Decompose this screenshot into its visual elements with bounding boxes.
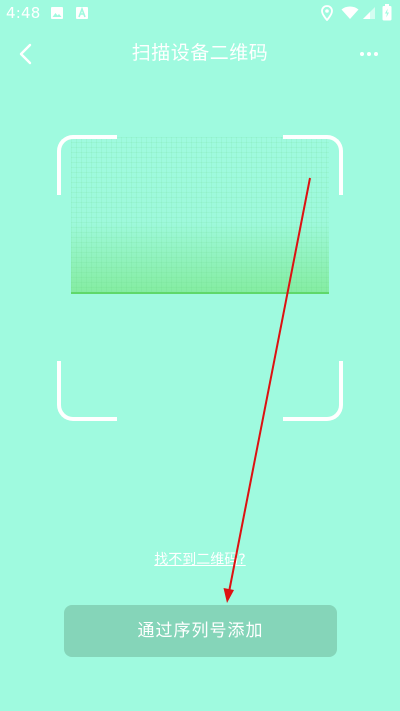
scan-corner-bottom-left bbox=[57, 361, 117, 421]
page-title: 扫描设备二维码 bbox=[131, 42, 269, 64]
text-a-icon bbox=[76, 6, 88, 19]
wifi-icon bbox=[341, 6, 359, 19]
cannot-find-qr-link[interactable]: 找不到二维码? bbox=[0, 550, 400, 570]
more-horizontal-icon bbox=[360, 52, 378, 56]
scan-corner-bottom-right bbox=[283, 361, 343, 421]
add-by-serial-button[interactable]: 通过序列号添加 bbox=[64, 605, 337, 657]
scan-corner-top-right bbox=[283, 135, 343, 195]
image-icon bbox=[51, 7, 63, 19]
scan-frame bbox=[57, 135, 343, 421]
status-time: 4:48 bbox=[6, 4, 41, 22]
scan-corner-top-left bbox=[57, 135, 117, 195]
location-icon bbox=[321, 5, 333, 21]
more-button[interactable] bbox=[352, 38, 386, 70]
status-bar: 4:48 bbox=[0, 0, 400, 28]
title-bar: 扫描设备二维码 bbox=[0, 28, 400, 80]
battery-icon bbox=[382, 4, 392, 21]
signal-icon bbox=[363, 7, 375, 19]
